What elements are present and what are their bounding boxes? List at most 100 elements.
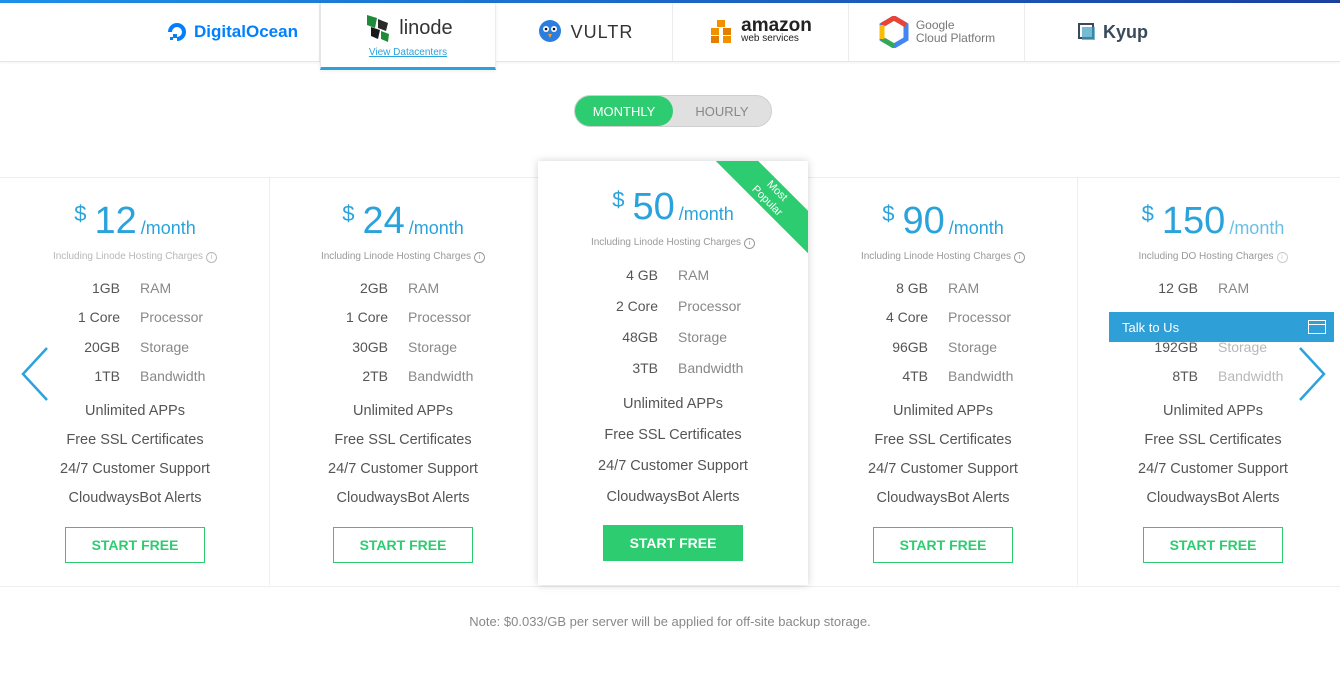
monthly-toggle-button[interactable]: MONTHLY [575, 96, 673, 126]
currency-symbol: $ [612, 187, 625, 212]
spec-row: 48GB Storage [538, 321, 808, 352]
tab-digitalocean[interactable]: DigitalOcean [145, 3, 320, 61]
tab-linode[interactable]: linode View Datacenters [320, 3, 496, 70]
spec-value: 1 Core [77, 309, 120, 326]
spec-label: Processor [408, 309, 472, 326]
feature-item: CloudwaysBot Alerts [336, 490, 470, 506]
plan-card: $ 24 /month Including Linode Hosting Cha… [268, 177, 538, 585]
feature-item: CloudwaysBot Alerts [876, 490, 1010, 506]
provider-name: DigitalOcean [194, 22, 298, 41]
price-period: /month [948, 218, 1004, 238]
feature-item: 24/7 Customer Support [598, 458, 748, 474]
spec-row: 1 Core Processor [0, 303, 270, 333]
spec-value: 96GB [892, 338, 928, 355]
spec-value: 2 Core [615, 297, 658, 314]
tab-vultr[interactable]: VULTR [496, 3, 673, 61]
hosting-charges-note: Including DO Hosting Charges [1138, 251, 1274, 262]
price-amount: 50 [632, 186, 675, 228]
spec-value: 4 GB [626, 266, 658, 283]
start-free-button[interactable]: START FREE [1143, 527, 1283, 563]
price-amount: 90 [902, 200, 945, 242]
spec-value: 4TB [902, 368, 928, 385]
spec-value: 8TB [1172, 368, 1198, 385]
start-free-button[interactable]: START FREE [873, 527, 1013, 563]
spec-value: 30GB [352, 338, 388, 355]
spec-label: Storage [678, 328, 728, 345]
tab-aws[interactable]: amazon web services [673, 3, 849, 61]
spec-label: Processor [140, 309, 204, 326]
spec-row: 4 GB RAM [538, 259, 808, 290]
feature-item: Free SSL Certificates [66, 432, 204, 448]
view-datacenters-link[interactable]: View Datacenters [369, 47, 447, 58]
window-icon[interactable] [1308, 320, 1326, 334]
info-icon[interactable]: i [1014, 252, 1026, 263]
spec-label: Processor [678, 297, 742, 314]
google-cloud-hexagon-icon [879, 16, 909, 48]
spec-label: RAM [678, 266, 710, 283]
spec-row: 2GB RAM [268, 273, 538, 303]
hosting-charges-note: Including Linode Hosting Charges [320, 251, 472, 262]
currency-symbol: $ [1141, 201, 1154, 226]
spec-row: 12 GB RAM [1078, 273, 1340, 303]
billing-toggle: MONTHLY HOURLY [574, 95, 772, 127]
spec-row: 8 GB RAM [808, 273, 1078, 303]
feature-item: Free SSL Certificates [874, 432, 1012, 448]
feature-item: CloudwaysBot Alerts [68, 490, 202, 506]
start-free-button[interactable]: START FREE [603, 525, 743, 561]
info-icon[interactable]: i [1276, 252, 1288, 263]
info-icon[interactable]: i [744, 238, 756, 249]
provider-name: linode [399, 17, 453, 39]
chevron-left-icon[interactable] [20, 346, 50, 402]
info-icon[interactable]: i [206, 252, 218, 263]
plan-card: $ 90 /month Including Linode Hosting Cha… [808, 177, 1078, 585]
spec-label: RAM [140, 279, 172, 296]
currency-symbol: $ [882, 201, 895, 226]
spec-value: 20GB [84, 338, 120, 355]
tab-google-cloud[interactable]: Google Cloud Platform [849, 3, 1025, 61]
feature-item: Free SSL Certificates [604, 427, 742, 443]
tab-kyup[interactable]: Kyup [1025, 3, 1200, 61]
talk-to-us-chat-widget[interactable]: Talk to Us [1109, 312, 1334, 342]
spec-row: 4TB Bandwidth [808, 362, 1078, 392]
aws-cubes-icon [711, 20, 732, 43]
kyup-cube-icon [1078, 23, 1095, 40]
spec-value: 1 Core [345, 309, 388, 326]
spec-label: RAM [1218, 279, 1250, 296]
price-period: /month [678, 204, 734, 224]
feature-item: Unlimited APPs [623, 396, 723, 412]
currency-symbol: $ [342, 201, 355, 226]
spec-label: Storage [948, 338, 998, 355]
spec-label: Bandwidth [408, 368, 474, 385]
spec-label: Storage [140, 338, 190, 355]
price-amount: 24 [362, 200, 405, 242]
spec-row: 3TB Bandwidth [538, 352, 808, 383]
spec-row: 96GB Storage [808, 332, 1078, 362]
hosting-charges-note: Including Linode Hosting Charges [860, 251, 1012, 262]
plan-price: $ 150 /month [1078, 199, 1340, 243]
price-period: /month [140, 218, 196, 238]
chat-label: Talk to Us [1122, 319, 1180, 335]
feature-item: Unlimited APPs [353, 403, 453, 419]
spec-value: 2GB [359, 279, 388, 296]
provider-tabs: DigitalOcean linode View Datacenters VUL… [0, 3, 1340, 70]
spec-label: Bandwidth [1218, 368, 1284, 385]
spec-value: 8 GB [896, 279, 928, 296]
spec-label: Bandwidth [678, 359, 744, 376]
start-free-button[interactable]: START FREE [65, 527, 205, 563]
spec-row: 1GB RAM [0, 273, 270, 303]
hourly-toggle-button[interactable]: HOURLY [673, 96, 771, 126]
feature-item: 24/7 Customer Support [328, 461, 478, 477]
spec-label: Storage [408, 338, 458, 355]
plan-card-featured: Most Popular $ 50 /month Including Linode… [538, 161, 808, 585]
provider-subname: Cloud Platform [915, 31, 996, 45]
info-icon[interactable]: i [474, 252, 486, 263]
spec-row: 2 Core Processor [538, 290, 808, 321]
spec-value: 1TB [94, 368, 120, 385]
provider-subname: web services [741, 33, 799, 44]
backup-storage-note: Note: $0.033/GB per server will be appli… [469, 614, 871, 629]
feature-item: Free SSL Certificates [334, 432, 472, 448]
hosting-charges-note: Including Linode Hosting Charges [590, 237, 742, 248]
start-free-button[interactable]: START FREE [333, 527, 473, 563]
provider-name: VULTR [570, 21, 634, 42]
chevron-right-icon[interactable] [1297, 346, 1327, 402]
